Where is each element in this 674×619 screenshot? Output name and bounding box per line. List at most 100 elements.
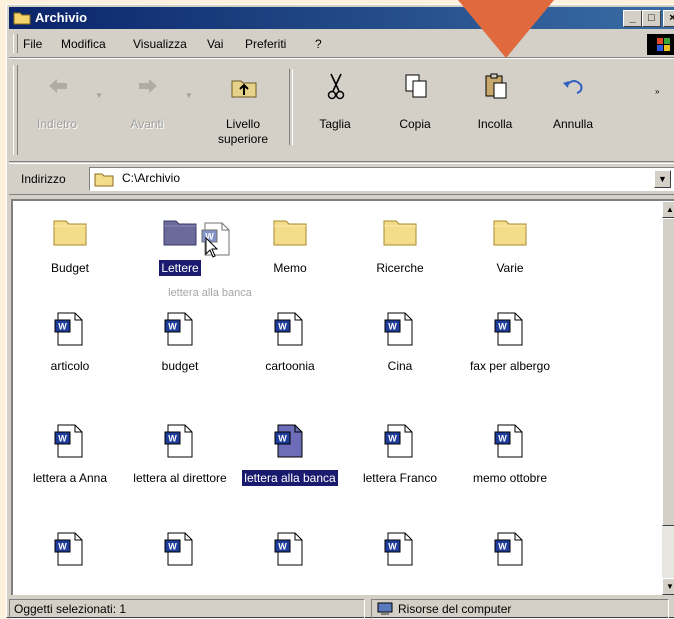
file-item[interactable]: W fax per albergo: [455, 311, 565, 401]
file-item[interactable]: W budget: [125, 311, 235, 401]
up-folder-icon: [231, 80, 257, 98]
svg-text:W: W: [278, 434, 287, 444]
paste-label: Incolla: [477, 117, 513, 131]
copy-label: Copia: [399, 117, 431, 131]
svg-text:W: W: [168, 542, 177, 552]
item-label: Memo: [235, 261, 345, 276]
toolbar-grip[interactable]: [13, 65, 18, 155]
file-item[interactable]: W lettera alla banca: [235, 423, 345, 513]
file-item[interactable]: W: [455, 531, 565, 595]
file-list-pane[interactable]: Budget Lettere Memo Ricerche Varie W art…: [11, 199, 674, 595]
back-dropdown-arrow[interactable]: ▼: [95, 91, 103, 100]
word-document-icon: W: [492, 311, 528, 347]
forward-button[interactable]: Avanti: [111, 65, 183, 157]
svg-text:W: W: [168, 322, 177, 332]
vertical-scrollbar[interactable]: ▲ ▼: [662, 201, 674, 595]
menu-help[interactable]: ?: [315, 37, 322, 51]
file-item[interactable]: W articolo: [15, 311, 125, 401]
menu-modifica[interactable]: Modifica: [61, 37, 106, 51]
address-label: Indirizzo: [21, 172, 66, 186]
item-label: [235, 579, 345, 594]
word-document-icon: W: [382, 531, 418, 567]
file-item[interactable]: W cartoonia: [235, 311, 345, 401]
item-label-text: lettera Franco: [362, 471, 438, 485]
undo-icon: [563, 80, 583, 94]
folder-item[interactable]: Varie: [455, 213, 565, 303]
folder-item[interactable]: Ricerche: [345, 213, 455, 303]
undo-label: Annulla: [552, 117, 594, 131]
folder-icon: [13, 12, 31, 25]
menu-file[interactable]: File: [23, 37, 42, 51]
menu-visualizza[interactable]: Visualizza: [133, 37, 187, 51]
address-field[interactable]: C:\Archivio ▼: [89, 167, 674, 191]
word-document-icon: W: [52, 531, 88, 567]
svg-text:W: W: [388, 542, 397, 552]
folder-icon: [492, 213, 528, 249]
status-bar: Oggetti selezionati: 1 Risorse del compu…: [9, 597, 674, 619]
scroll-up-button[interactable]: ▲: [662, 201, 674, 218]
back-button[interactable]: Indietro: [21, 65, 93, 157]
explorer-window: Archivio _ □ × File Modifica Visualizza …: [6, 4, 674, 619]
item-label-text: lettera alla banca: [242, 470, 338, 486]
menu-vai[interactable]: Vai: [207, 37, 223, 51]
status-location: Risorse del computer: [371, 599, 669, 619]
drag-ghost-label: lettera alla banca: [168, 287, 252, 299]
forward-dropdown-arrow[interactable]: ▼: [185, 91, 193, 100]
svg-text:W: W: [388, 434, 397, 444]
item-label: budget: [125, 359, 235, 374]
file-item[interactable]: W lettera a Anna: [15, 423, 125, 513]
file-item[interactable]: W: [15, 531, 125, 595]
svg-text:W: W: [168, 434, 177, 444]
windows-logo-icon: [647, 34, 674, 55]
file-item[interactable]: W lettera Franco: [345, 423, 455, 513]
word-document-icon: W: [52, 311, 88, 347]
item-label: Lettere: [125, 260, 235, 276]
folder-icon: [52, 213, 88, 249]
svg-text:W: W: [498, 542, 507, 552]
title-bar[interactable]: Archivio _ □ ×: [9, 7, 674, 29]
file-item[interactable]: W memo ottobre: [455, 423, 565, 513]
forward-label: Avanti: [130, 117, 164, 131]
item-label: lettera Franco: [345, 471, 455, 486]
file-item[interactable]: W: [235, 531, 345, 595]
mouse-cursor-icon: [205, 236, 219, 262]
svg-text:W: W: [278, 322, 287, 332]
maximize-button[interactable]: □: [642, 10, 661, 27]
menu-preferiti[interactable]: Preferiti: [245, 37, 286, 51]
copy-button[interactable]: Copia: [379, 65, 451, 157]
address-dropdown-button[interactable]: ▼: [654, 170, 671, 188]
item-label-text: Cina: [387, 359, 413, 373]
close-button[interactable]: ×: [663, 10, 674, 27]
file-item[interactable]: W Cina: [345, 311, 455, 401]
scissors-icon: [327, 73, 345, 100]
undo-button[interactable]: Annulla: [537, 65, 609, 157]
item-label-text: budget: [161, 359, 199, 373]
scroll-thumb[interactable]: [662, 218, 674, 526]
back-label: Indietro: [36, 117, 78, 131]
menu-bar: File Modifica Visualizza Vai Preferiti ?: [9, 31, 674, 58]
file-item[interactable]: W: [345, 531, 455, 595]
scroll-down-button[interactable]: ▼: [662, 578, 674, 595]
file-item[interactable]: W: [125, 531, 235, 595]
item-label-text: fax per albergo: [469, 359, 551, 373]
item-label: Budget: [15, 261, 125, 276]
menubar-grip[interactable]: [13, 34, 18, 53]
item-label: lettera al direttore: [125, 471, 235, 486]
cut-button[interactable]: Taglia: [299, 65, 371, 157]
folder-icon: [382, 213, 418, 249]
item-label: [455, 579, 565, 594]
word-document-icon: W: [492, 531, 528, 567]
item-label: lettera alla banca: [235, 470, 345, 486]
toolbar-more-chevron[interactable]: »: [655, 87, 659, 96]
item-label: fax per albergo: [455, 359, 565, 374]
item-label: Varie: [455, 261, 565, 276]
file-item[interactable]: W lettera al direttore: [125, 423, 235, 513]
word-document-icon: W: [52, 423, 88, 459]
item-label-text: cartoonia: [265, 359, 315, 373]
up-level-button[interactable]: Livello superiore: [207, 65, 279, 157]
item-label: articolo: [15, 359, 125, 374]
folder-item[interactable]: Budget: [15, 213, 125, 303]
paste-button[interactable]: Incolla: [459, 65, 531, 157]
item-label: Ricerche: [345, 261, 455, 276]
minimize-button[interactable]: _: [623, 10, 642, 27]
